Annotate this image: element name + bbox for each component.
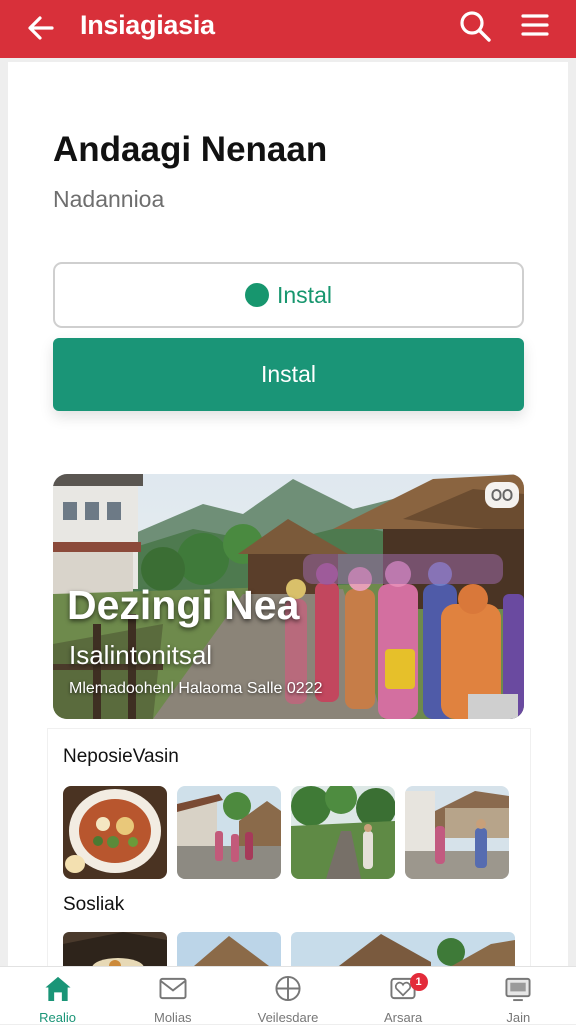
globe-icon xyxy=(275,975,301,1002)
install-outline-label: Instal xyxy=(277,281,332,308)
nav-item-profile[interactable]: Jain xyxy=(461,967,576,1025)
nav-item-globe[interactable]: Veilesdare xyxy=(230,967,345,1025)
hero-banner[interactable]: Dezingi Nea Isalintonitsal Mlemadoohenl … xyxy=(53,474,524,719)
install-outline-button[interactable]: Instal xyxy=(53,262,524,328)
nav-item-mail[interactable]: Molias xyxy=(115,967,230,1025)
mail-icon xyxy=(159,977,187,1000)
section-title: NeposieVasin xyxy=(63,746,179,767)
nav-label-globe: Veilesdare xyxy=(257,1010,319,1025)
thumbnail-row xyxy=(63,786,509,879)
street-people-thumbnail[interactable] xyxy=(405,786,509,879)
app-name: Andaagi Nenaan xyxy=(53,130,328,169)
nav-item-favorites[interactable]: 1 Arsara xyxy=(346,967,461,1025)
hero-caption: Mlemadoohenl Halaoma Salle 0222 xyxy=(69,680,323,697)
hamburger-menu-icon[interactable] xyxy=(520,10,550,40)
hero-subheading: Isalintonitsal xyxy=(69,640,213,670)
profile-card-icon xyxy=(505,977,531,1002)
hero-heading: Dezingi Nea xyxy=(67,582,300,628)
section-title-2: Sosliak xyxy=(63,894,125,915)
nav-label-mail: Molias xyxy=(153,1010,192,1025)
bottom-navigation: Realio Molias Veilesdare 1 Arsara Jain xyxy=(0,966,576,1025)
install-primary-label: Instal xyxy=(261,361,316,387)
arrow-left-icon[interactable] xyxy=(26,13,56,43)
nav-label-home: Realio xyxy=(39,1010,77,1025)
app-bar-title: Insiagiasia xyxy=(80,10,215,40)
status-dot-icon xyxy=(245,283,269,307)
search-icon[interactable] xyxy=(458,9,492,43)
top-app-bar: Insiagiasia xyxy=(0,0,576,58)
nav-label-favorites: Arsara xyxy=(384,1010,423,1025)
home-icon xyxy=(45,976,71,1002)
food-bowl-thumbnail[interactable] xyxy=(63,786,167,879)
app-subtitle: Nadannioa xyxy=(53,186,165,212)
village-houses-thumbnail[interactable] xyxy=(177,786,281,879)
nav-item-home[interactable]: Realio xyxy=(0,967,115,1025)
nav-label-profile: Jain xyxy=(506,1010,531,1025)
garden-path-thumbnail[interactable] xyxy=(291,786,395,879)
view-icon[interactable] xyxy=(485,482,519,508)
install-primary-button[interactable]: Instal xyxy=(53,338,524,411)
notification-badge: 1 xyxy=(409,973,428,991)
